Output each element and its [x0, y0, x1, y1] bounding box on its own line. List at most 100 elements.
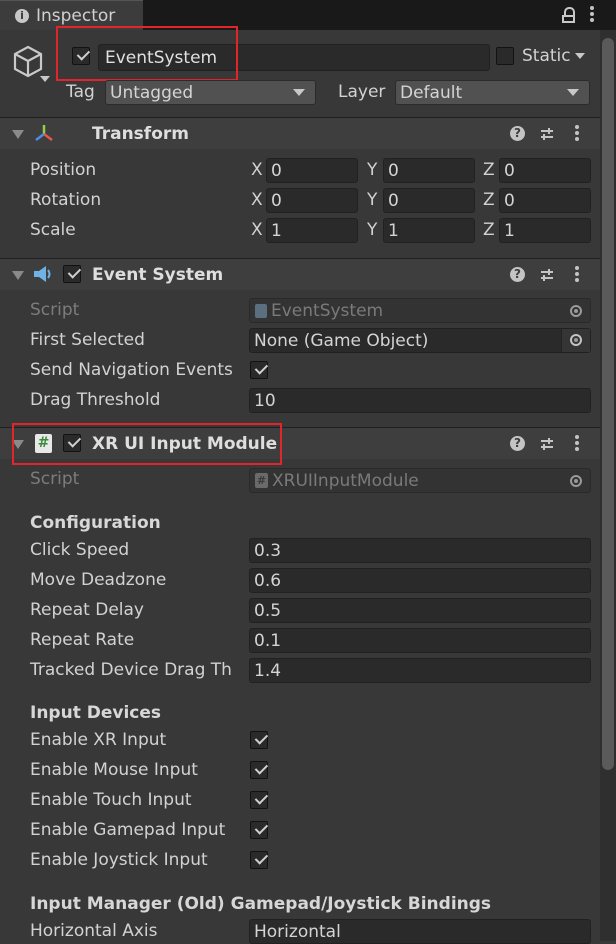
input-devices-heading: Input Devices [30, 703, 162, 723]
fold-arrow-icon[interactable] [12, 130, 24, 139]
transform-scale-x-field[interactable]: 1 [266, 218, 358, 243]
tab-title: Inspector [36, 6, 116, 26]
first-selected-field[interactable]: None (Game Object) [249, 328, 591, 353]
axis-x-label[interactable]: X [251, 192, 263, 209]
device-label: Enable Joystick Input [30, 850, 208, 870]
axis-y-label[interactable]: Y [367, 192, 377, 209]
device-checkbox[interactable] [250, 851, 269, 869]
config-value: 0.5 [254, 601, 282, 621]
fold-arrow-icon[interactable] [12, 271, 24, 280]
horizontal-axis-value: Horizontal [254, 922, 341, 942]
static-label[interactable]: Static [522, 48, 571, 65]
config-field[interactable]: 1.4 [249, 658, 591, 683]
field-value: 0 [388, 191, 399, 211]
drag-threshold-label: Drag Threshold [30, 390, 161, 410]
config-field[interactable]: 0.3 [249, 538, 591, 563]
first-selected-value: None (Game Object) [254, 331, 429, 351]
es-script-field: EventSystem [249, 298, 591, 323]
tag-dropdown[interactable]: Untagged [105, 80, 316, 105]
highlight-box-xr-module [12, 423, 282, 465]
field-value: 0 [388, 161, 399, 181]
script-hash-icon: # [255, 473, 268, 488]
help-icon[interactable]: ? [510, 436, 525, 451]
transform-position-z-field[interactable]: 0 [499, 158, 591, 183]
chevron-down-icon [293, 89, 305, 96]
presets-icon[interactable] [539, 126, 555, 142]
bindings-heading: Input Manager (Old) Gamepad/Joystick Bin… [30, 894, 492, 914]
config-label: Repeat Delay [30, 600, 144, 620]
xr-script-label: Script [30, 469, 80, 489]
device-checkbox[interactable] [250, 761, 269, 779]
object-picker-button[interactable] [561, 329, 590, 352]
field-value: 0 [504, 191, 515, 211]
transform-position-y-field[interactable]: 0 [383, 158, 475, 183]
more-options-icon[interactable] [575, 125, 579, 143]
transform-icon [34, 123, 54, 143]
axis-x-label[interactable]: X [251, 222, 263, 239]
transform-rotation-x-field[interactable]: 0 [266, 188, 358, 213]
send-nav-checkbox[interactable] [250, 361, 269, 379]
config-field[interactable]: 0.6 [249, 568, 591, 593]
config-value: 0.1 [254, 631, 282, 651]
first-selected-label: First Selected [30, 330, 145, 350]
horizontal-axis-field[interactable]: Horizontal [249, 919, 591, 944]
transform-scale-z-field[interactable]: 1 [499, 218, 591, 243]
transform-rotation-y-field[interactable]: 0 [383, 188, 475, 213]
device-checkbox[interactable] [250, 791, 269, 809]
es-script-label: Script [30, 300, 80, 320]
config-field[interactable]: 0.5 [249, 598, 591, 623]
icon-dropdown-arrow[interactable] [40, 76, 50, 82]
gameobject-icon [12, 44, 44, 80]
scrollbar-thumb[interactable] [602, 38, 614, 770]
event-system-title: Event System [92, 265, 224, 285]
config-field[interactable]: 0.1 [249, 628, 591, 653]
event-system-header[interactable]: Event System ? [0, 259, 600, 290]
help-icon[interactable]: ? [510, 126, 525, 141]
info-icon: i [15, 9, 29, 23]
horizontal-axis-label: Horizontal Axis [30, 921, 158, 941]
lock-icon[interactable] [562, 7, 576, 23]
event-system-enabled-checkbox[interactable] [63, 265, 82, 283]
device-label: Enable Touch Input [30, 790, 192, 810]
config-value: 0.3 [254, 541, 282, 561]
axis-y-label[interactable]: Y [367, 162, 377, 179]
layer-label: Layer [338, 82, 386, 102]
es-script-value: EventSystem [271, 301, 384, 321]
script-icon [255, 304, 267, 318]
presets-icon[interactable] [539, 436, 555, 452]
config-value: 1.4 [254, 661, 282, 681]
field-value: 1 [504, 221, 515, 241]
transform-position-x-field[interactable]: 0 [266, 158, 358, 183]
more-options-icon[interactable] [575, 266, 579, 284]
device-checkbox[interactable] [250, 821, 269, 839]
config-label: Click Speed [30, 540, 130, 560]
axis-z-label[interactable]: Z [483, 192, 495, 209]
axis-z-label[interactable]: Z [483, 222, 495, 239]
more-options-icon[interactable] [575, 435, 579, 453]
static-checkbox[interactable] [496, 47, 514, 65]
axis-z-label[interactable]: Z [483, 162, 495, 179]
field-value: 0 [271, 191, 282, 211]
axis-y-label[interactable]: Y [367, 222, 377, 239]
drag-threshold-field[interactable]: 10 [249, 388, 591, 413]
transform-header[interactable]: Transform ? [0, 118, 600, 149]
config-value: 0.6 [254, 571, 282, 591]
tag-label: Tag [66, 82, 95, 102]
presets-icon[interactable] [539, 267, 555, 283]
send-nav-label: Send Navigation Events [30, 360, 233, 380]
more-options-icon[interactable] [590, 6, 594, 24]
field-value: 1 [388, 221, 399, 241]
static-dropdown-arrow[interactable] [575, 53, 585, 59]
drag-threshold-value: 10 [254, 391, 276, 411]
transform-rotation-z-field[interactable]: 0 [499, 188, 591, 213]
field-value: 0 [504, 161, 515, 181]
device-checkbox[interactable] [250, 731, 269, 749]
field-value: 0 [271, 161, 282, 181]
object-picker-icon [570, 305, 582, 317]
layer-dropdown[interactable]: Default [395, 80, 590, 105]
help-icon[interactable]: ? [510, 267, 525, 282]
transform-scale-y-field[interactable]: 1 [383, 218, 475, 243]
axis-x-label[interactable]: X [251, 162, 263, 179]
device-label: Enable Mouse Input [30, 760, 198, 780]
xr-script-field: # XRUIInputModule [249, 468, 591, 493]
